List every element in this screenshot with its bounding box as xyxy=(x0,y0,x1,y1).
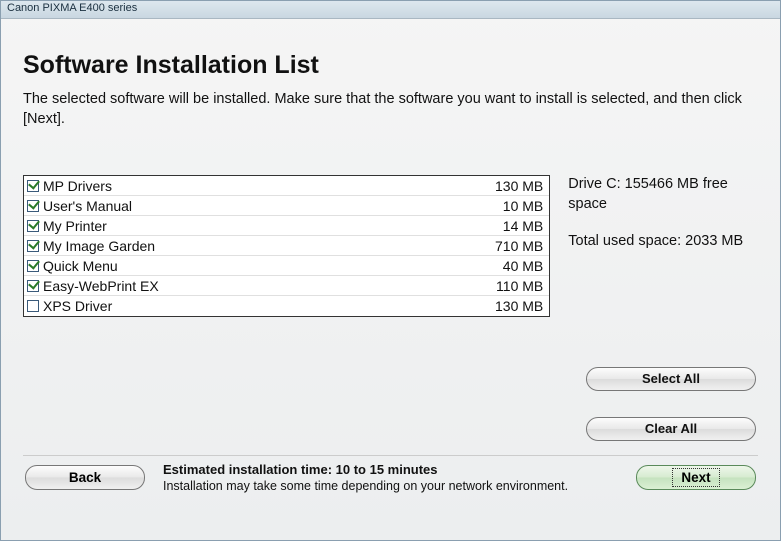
back-button[interactable]: Back xyxy=(25,465,145,490)
checkbox-icon[interactable] xyxy=(27,260,39,272)
estimate-title: Estimated installation time: 10 to 15 mi… xyxy=(163,462,618,477)
list-item[interactable]: User's Manual 10 MB xyxy=(24,196,549,216)
list-item[interactable]: Easy-WebPrint EX 110 MB xyxy=(24,276,549,296)
item-size: 40 MB xyxy=(463,258,543,274)
list-action-buttons: Select All Clear All xyxy=(23,367,758,441)
page-title: Software Installation List xyxy=(23,51,758,80)
estimate-note: Installation may take some time dependin… xyxy=(163,479,618,493)
list-item[interactable]: My Image Garden 710 MB xyxy=(24,236,549,256)
item-label: Easy-WebPrint EX xyxy=(43,278,463,294)
list-item[interactable]: Quick Menu 40 MB xyxy=(24,256,549,276)
free-space-text: Drive C: 155466 MB free space xyxy=(568,175,758,214)
item-label: XPS Driver xyxy=(43,298,463,314)
item-size: 710 MB xyxy=(463,238,543,254)
estimate-block: Estimated installation time: 10 to 15 mi… xyxy=(163,462,618,493)
next-button[interactable]: Next xyxy=(636,465,756,490)
content-area: Software Installation List The selected … xyxy=(1,19,780,540)
item-size: 110 MB xyxy=(463,278,543,294)
item-label: My Image Garden xyxy=(43,238,463,254)
checkbox-icon[interactable] xyxy=(27,220,39,232)
item-size: 130 MB xyxy=(463,178,543,194)
checkbox-icon[interactable] xyxy=(27,300,39,312)
item-label: MP Drivers xyxy=(43,178,463,194)
item-label: My Printer xyxy=(43,218,463,234)
checkbox-icon[interactable] xyxy=(27,280,39,292)
clear-all-button[interactable]: Clear All xyxy=(586,417,756,441)
window-title: Canon PIXMA E400 series xyxy=(7,2,137,14)
list-item[interactable]: My Printer 14 MB xyxy=(24,216,549,236)
window-titlebar: Canon PIXMA E400 series xyxy=(1,1,780,19)
software-list: MP Drivers 130 MB User's Manual 10 MB My… xyxy=(23,175,550,317)
item-size: 10 MB xyxy=(463,198,543,214)
checkbox-icon[interactable] xyxy=(27,200,39,212)
next-button-label: Next xyxy=(672,468,719,487)
checkbox-icon[interactable] xyxy=(27,180,39,192)
list-item[interactable]: XPS Driver 130 MB xyxy=(24,296,549,316)
middle-section: MP Drivers 130 MB User's Manual 10 MB My… xyxy=(23,175,758,317)
item-label: User's Manual xyxy=(43,198,463,214)
disk-info: Drive C: 155466 MB free space Total used… xyxy=(568,175,758,317)
item-size: 14 MB xyxy=(463,218,543,234)
item-size: 130 MB xyxy=(463,298,543,314)
checkbox-icon[interactable] xyxy=(27,240,39,252)
list-item[interactable]: MP Drivers 130 MB xyxy=(24,176,549,196)
footer: Back Estimated installation time: 10 to … xyxy=(23,462,758,503)
instruction-text: The selected software will be installed.… xyxy=(23,90,758,129)
divider xyxy=(23,455,758,456)
installer-window: Canon PIXMA E400 series Software Install… xyxy=(0,0,781,541)
used-space-text: Total used space: 2033 MB xyxy=(568,232,758,252)
item-label: Quick Menu xyxy=(43,258,463,274)
select-all-button[interactable]: Select All xyxy=(586,367,756,391)
